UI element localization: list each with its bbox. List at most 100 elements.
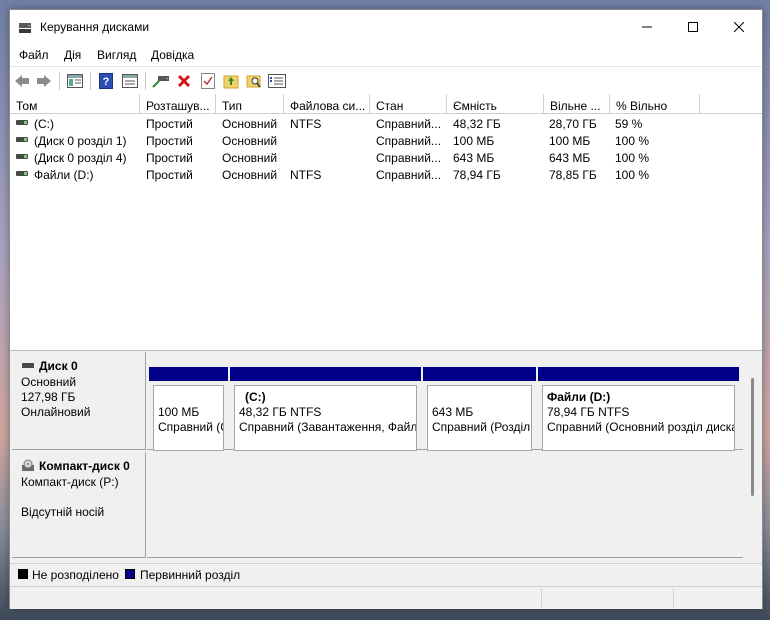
cell-volume: (C:) — [34, 117, 54, 131]
partition-4[interactable]: 643 МБ Справний (Розділ — [423, 367, 536, 455]
cell-filesystem: NTFS — [290, 168, 322, 182]
cell-status: Справний... — [376, 134, 441, 148]
cell-type: Основний — [222, 151, 278, 165]
column-header-free[interactable]: Вільне ... — [544, 94, 610, 114]
status-bar — [10, 586, 762, 609]
delete-icon[interactable] — [175, 72, 193, 90]
partition-1[interactable]: 100 МБ Справний (С — [149, 367, 228, 455]
svg-text:?: ? — [103, 76, 110, 88]
menu-bar: Файл Дія Вигляд Довідка — [10, 44, 762, 66]
table-row[interactable]: (Диск 0 розділ 4) Простий Основний Справ… — [10, 149, 762, 166]
column-header-status[interactable]: Стан — [370, 94, 447, 114]
cell-layout: Простий — [146, 134, 193, 148]
search-folder-icon[interactable] — [245, 72, 263, 90]
cell-percent-free: 100 % — [615, 168, 650, 182]
cell-status: Справний... — [376, 168, 441, 182]
column-header-filesystem[interactable]: Файлова си... — [284, 94, 370, 114]
cell-status: Справний... — [376, 117, 441, 131]
partition-d[interactable]: Файли (D:) 78,94 ГБ NTFS Справний (Основ… — [538, 367, 739, 455]
scrollbar-thumb[interactable] — [751, 378, 754, 496]
up-folder-icon[interactable] — [222, 72, 240, 90]
volume-list: Том Розташув... Тип Файлова си... Стан Є… — [10, 94, 762, 351]
partition-title — [432, 390, 531, 405]
disk-graphical-view: Диск 0 Основний 127,98 ГБ Онлайновий 100… — [10, 352, 762, 562]
cdrom-type: Компакт-диск (P:) — [21, 475, 119, 489]
partition-1-details: 100 МБ Справний (С — [153, 385, 224, 451]
partition-d-details: Файли (D:) 78,94 ГБ NTFS Справний (Основ… — [542, 385, 735, 451]
primary-partition-bar — [423, 367, 536, 381]
cell-percent-free: 59 % — [615, 117, 643, 131]
cell-free: 78,85 ГБ — [549, 168, 597, 182]
partition-c-details: (C:) 48,32 ГБ NTFS Справний (Завантаженн… — [234, 385, 417, 451]
column-header-type[interactable]: Тип — [216, 94, 284, 114]
cell-layout: Простий — [146, 168, 193, 182]
column-header-capacity[interactable]: Ємність — [447, 94, 544, 114]
cdrom-icon — [21, 459, 35, 476]
disk-management-icon — [18, 20, 32, 34]
title-bar[interactable]: Керування дисками — [10, 10, 762, 44]
minimize-button[interactable] — [624, 10, 670, 44]
disk-status: Онлайновий — [21, 405, 91, 419]
partition-size: 78,94 ГБ NTFS — [547, 405, 630, 419]
partition-title — [158, 390, 223, 405]
partition-status: Справний (Основний розділ диска — [547, 420, 735, 434]
graph-vertical-scrollbar[interactable] — [746, 366, 760, 556]
primary-partition-bar — [538, 367, 739, 381]
toolbar-separator — [90, 72, 91, 90]
cell-free: 643 МБ — [549, 151, 591, 165]
toolbar-separator — [59, 72, 60, 90]
cell-type: Основний — [222, 117, 278, 131]
partition-c[interactable]: (C:) 48,32 ГБ NTFS Справний (Завантаженн… — [230, 367, 421, 455]
cell-layout: Простий — [146, 117, 193, 131]
partition-size: 643 МБ — [432, 405, 474, 419]
disk-0-partitions: 100 МБ Справний (С (C:) 48,32 ГБ NTFS Сп… — [147, 352, 743, 451]
disk-0-label[interactable]: Диск 0 Основний 127,98 ГБ Онлайновий — [12, 352, 146, 450]
cdrom-0-area — [147, 452, 743, 558]
cdrom-name: Компакт-диск 0 — [39, 459, 130, 473]
partition-title: (C:) — [245, 390, 266, 404]
check-icon[interactable] — [199, 72, 217, 90]
table-row[interactable]: Файли (D:) Простий Основний NTFS Справни… — [10, 166, 762, 183]
info-icon[interactable] — [268, 72, 286, 90]
volume-drive-icon — [16, 120, 28, 125]
column-header-percent-free[interactable]: % Вільно — [610, 94, 700, 114]
disk-management-window: Керування дисками Файл Дія Вигляд Довідк… — [9, 9, 763, 609]
table-row[interactable]: (Диск 0 розділ 1) Простий Основний Справ… — [10, 132, 762, 149]
legend-swatch-primary — [125, 569, 135, 579]
close-button[interactable] — [716, 10, 762, 44]
partition-size: 100 МБ — [158, 405, 200, 419]
menu-file[interactable]: Файл — [19, 48, 49, 62]
cell-capacity: 48,32 ГБ — [453, 117, 501, 131]
partition-status: Справний (С — [158, 420, 224, 434]
status-pane — [673, 589, 674, 607]
toolbar-separator — [145, 72, 146, 90]
menu-view[interactable]: Вигляд — [97, 48, 136, 62]
disk-icon — [22, 363, 34, 368]
table-row[interactable]: (C:) Простий Основний NTFS Справний... 4… — [10, 115, 762, 132]
console-tree-icon[interactable] — [66, 72, 84, 90]
primary-partition-bar — [149, 367, 228, 381]
cdrom-0-label[interactable]: Компакт-диск 0 Компакт-диск (P:) Відсутн… — [12, 452, 146, 558]
cell-volume: Файли (D:) — [34, 168, 94, 182]
help-icon[interactable]: ? — [97, 72, 115, 90]
properties-view-icon[interactable] — [121, 72, 139, 90]
forward-icon[interactable] — [35, 72, 53, 90]
cell-type: Основний — [222, 168, 278, 182]
partition-status: Справний (Завантаження, Файл — [239, 420, 417, 434]
menu-action[interactable]: Дія — [64, 48, 81, 62]
disk-name: Диск 0 — [39, 359, 78, 373]
cell-volume: (Диск 0 розділ 4) — [34, 151, 127, 165]
column-header-volume[interactable]: Том — [10, 94, 140, 114]
cdrom-status: Відсутній носій — [21, 505, 105, 519]
legend: Не розподілено Первинний розділ — [10, 563, 762, 586]
cell-status: Справний... — [376, 151, 441, 165]
primary-partition-bar — [230, 367, 421, 381]
maximize-button[interactable] — [670, 10, 716, 44]
connect-disk-icon[interactable] — [152, 72, 170, 90]
toolbar: ? — [10, 66, 762, 95]
legend-unallocated: Не розподілено — [32, 568, 119, 582]
column-header-layout[interactable]: Розташув... — [140, 94, 216, 114]
menu-help[interactable]: Довідка — [151, 48, 194, 62]
back-icon[interactable] — [13, 72, 31, 90]
partition-status: Справний (Розділ — [432, 420, 531, 434]
